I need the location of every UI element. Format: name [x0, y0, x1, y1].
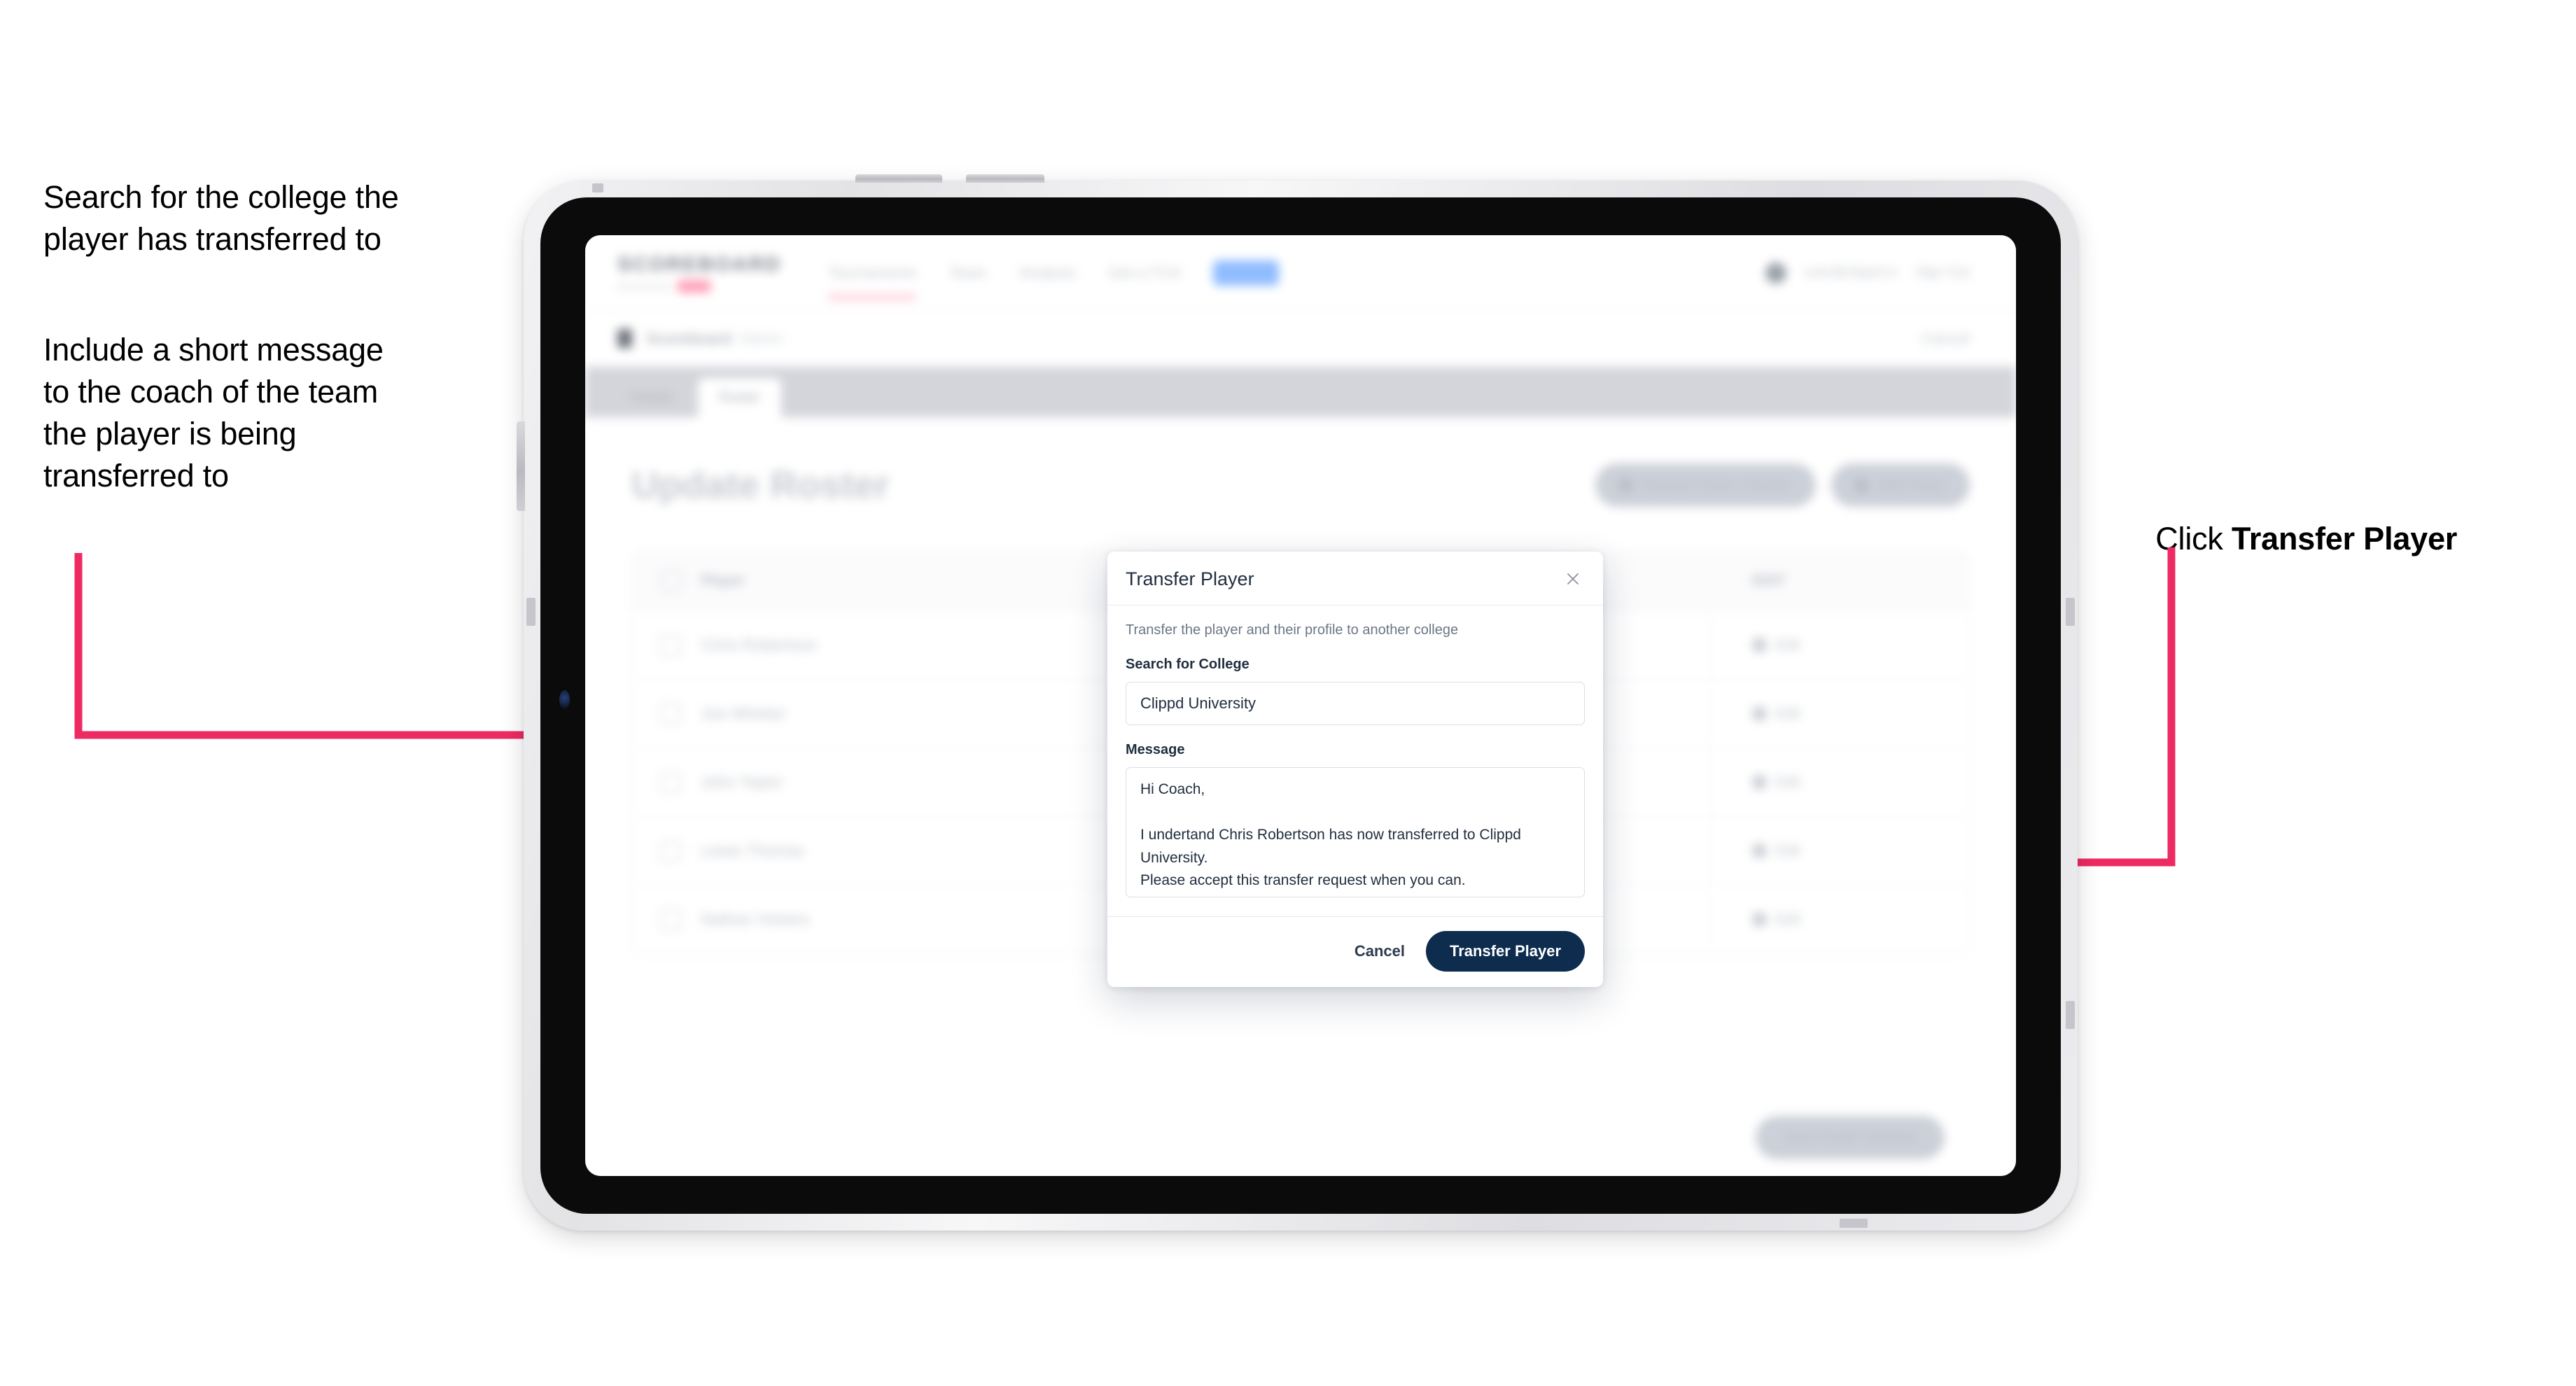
annotation-click-target: Transfer Player	[2232, 520, 2458, 556]
row-checkbox[interactable]	[660, 909, 681, 930]
row-edit-cell[interactable]: Edit	[1710, 611, 1941, 679]
tablet-bezel: SCOREBOARD powered by clippd Tournaments…	[540, 197, 2061, 1214]
nav-item-admin[interactable]: Admin	[1212, 260, 1280, 286]
breadcrumb-subtitle: Admin	[739, 329, 783, 347]
row-edit-cell[interactable]: Edit	[1710, 886, 1941, 953]
message-textarea[interactable]	[1126, 767, 1585, 897]
column-header-player: Player	[701, 572, 746, 589]
screenshot-root: Search for the college the player has tr…	[0, 0, 2576, 1386]
page-actions: Request Player Transfer Add Player	[1595, 463, 1970, 507]
app-topbar: SCOREBOARD powered by clippd Tournaments…	[585, 235, 2016, 311]
nav-item-tournaments[interactable]: Tournaments	[827, 264, 917, 300]
power-button[interactable]	[517, 421, 525, 511]
player-name: John Taylor	[701, 773, 783, 791]
pencil-icon	[1753, 776, 1766, 789]
pencil-icon	[1753, 707, 1766, 720]
player-name: Nathan Vickers	[701, 910, 810, 928]
row-checkbox[interactable]	[660, 703, 681, 724]
nav-item-get-a-tca[interactable]: Get a TCA	[1108, 264, 1181, 282]
pencil-icon	[1753, 913, 1766, 926]
brand-powered-by: powered by	[617, 281, 671, 291]
edit-link[interactable]: Edit	[1775, 706, 1800, 722]
bezel-antenna-top	[592, 183, 603, 192]
shield-icon	[617, 329, 632, 348]
column-header-edit: EDIT	[1752, 572, 1786, 589]
volume-down-button[interactable]	[966, 174, 1044, 183]
tablet-device: SCOREBOARD powered by clippd Tournaments…	[517, 174, 2078, 1231]
brand-logo[interactable]: SCOREBOARD powered by clippd	[617, 253, 781, 293]
select-all-checkbox[interactable]	[660, 570, 681, 592]
front-camera-icon	[559, 690, 570, 709]
edit-link[interactable]: Edit	[1775, 774, 1800, 791]
message-field-group: Message	[1126, 742, 1585, 901]
row-edit-cell[interactable]: Edit	[1710, 680, 1941, 748]
edit-link[interactable]: Edit	[1775, 843, 1800, 860]
edit-link[interactable]: Edit	[1775, 911, 1800, 928]
row-edit-cell[interactable]: Edit	[1710, 817, 1941, 885]
bezel-antenna-left	[526, 598, 536, 626]
nav-item-team[interactable]: Team	[949, 264, 987, 282]
annotation-search-college: Search for the college the player has tr…	[43, 179, 399, 257]
page-header: Update Roster Request Player Transfer Ad…	[631, 463, 1970, 507]
account-email[interactable]: user@clippd.io	[1805, 265, 1898, 281]
save-roster-updates-button[interactable]: Save Roster Updates	[1755, 1116, 1945, 1159]
college-field-label: Search for College	[1126, 657, 1250, 672]
page-title: Update Roster	[631, 464, 890, 506]
pencil-icon	[1753, 638, 1766, 652]
add-player-button[interactable]: Add Player	[1831, 463, 1970, 507]
close-icon[interactable]	[1561, 567, 1585, 591]
pencil-icon	[1753, 844, 1766, 858]
download-icon	[1618, 478, 1632, 492]
dialog-body: Transfer the player and their profile to…	[1107, 606, 1603, 916]
row-checkbox[interactable]	[660, 634, 681, 656]
sign-out-link[interactable]: Sign Out	[1915, 265, 1970, 281]
add-player-label: Add Player	[1877, 477, 1946, 493]
dialog-title: Transfer Player	[1126, 568, 1254, 589]
breadcrumb-title[interactable]: Scoreboard	[646, 330, 732, 348]
plus-icon	[1855, 478, 1869, 492]
avatar[interactable]	[1765, 262, 1786, 284]
player-name: Lewis Thomas	[701, 841, 804, 860]
page-footer: Save Roster Updates	[631, 1116, 1970, 1159]
brand-name: SCOREBOARD	[617, 253, 782, 276]
request-player-transfer-label: Request Player Transfer	[1641, 477, 1793, 493]
breadcrumb: Scoreboard Admin Cancel	[585, 311, 2016, 367]
bezel-antenna-right-upper	[2066, 598, 2075, 626]
transfer-player-dialog: Transfer Player Transfer the player and …	[1107, 552, 1603, 987]
tab-details[interactable]: Details	[609, 378, 694, 417]
volume-up-button[interactable]	[855, 174, 942, 183]
bezel-antenna-right-lower	[2066, 1001, 2075, 1029]
brand-badge: clippd	[677, 279, 712, 293]
nav-item-analysis[interactable]: Analysis	[1018, 264, 1076, 282]
tab-roster[interactable]: Roster	[698, 378, 782, 417]
dialog-footer: Cancel Transfer Player	[1107, 916, 1603, 987]
row-checkbox[interactable]	[660, 771, 681, 793]
brand-subline: powered by clippd	[617, 279, 781, 293]
tab-bar: Details Roster	[585, 367, 2016, 417]
dialog-header: Transfer Player	[1107, 552, 1603, 606]
bezel-antenna-bottom	[1840, 1219, 1868, 1228]
dialog-description: Transfer the player and their profile to…	[1126, 622, 1459, 638]
app-topbar-right: user@clippd.io Sign Out	[1765, 262, 1970, 284]
row-checkbox[interactable]	[660, 840, 681, 862]
player-name: Chris Robertson	[701, 636, 818, 654]
app-nav: Tournaments Team Analysis Get a TCA Admi…	[827, 260, 1280, 300]
player-name: Joe Whelan	[701, 704, 786, 722]
tablet-screen: SCOREBOARD powered by clippd Tournaments…	[585, 235, 2016, 1176]
transfer-player-button[interactable]: Transfer Player	[1426, 931, 1585, 972]
search-college-input[interactable]	[1126, 682, 1585, 725]
cancel-button[interactable]: Cancel	[1354, 942, 1405, 960]
request-player-transfer-button[interactable]: Request Player Transfer	[1595, 463, 1816, 507]
message-field-label: Message	[1126, 742, 1185, 757]
breadcrumb-cancel-action[interactable]: Cancel	[1922, 330, 1970, 348]
edit-link[interactable]: Edit	[1775, 637, 1800, 654]
row-edit-cell[interactable]: Edit	[1710, 748, 1941, 816]
annotation-include-message: Include a short message to the coach of …	[43, 332, 384, 493]
annotation-click-prefix: Click	[2155, 520, 2232, 556]
save-roster-updates-label: Save Roster Updates	[1783, 1129, 1917, 1145]
annotation-click-transfer: Click Transfer Player	[2121, 476, 2555, 602]
